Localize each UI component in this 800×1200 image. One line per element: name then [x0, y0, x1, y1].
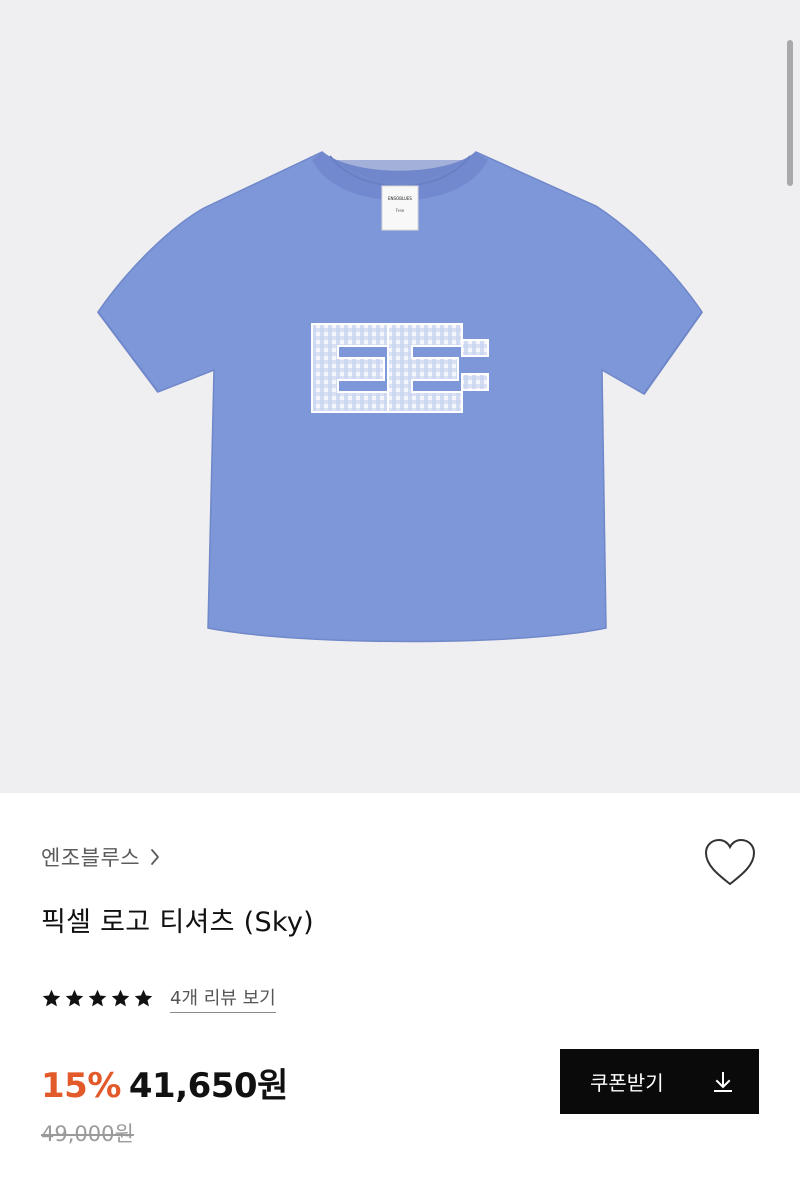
tag-brand-text: ENSOBLUES	[388, 196, 412, 201]
brand-link[interactable]: 엔조블루스	[41, 840, 160, 874]
star-icon	[42, 989, 61, 1006]
heart-outline-icon[interactable]	[702, 836, 758, 888]
product-image[interactable]: ENSOBLUES Free	[0, 0, 800, 793]
coupon-label: 쿠폰받기	[590, 1073, 664, 1095]
rating-row: 4개 리뷰 보기	[41, 984, 276, 1013]
star-icon	[111, 989, 130, 1006]
price-row: 15% 41,650원	[41, 1058, 288, 1106]
coupon-button[interactable]: 쿠폰받기	[560, 1049, 759, 1114]
tag-size-text: Free	[396, 208, 405, 213]
product-title: 픽셀 로고 티셔츠 (Sky)	[41, 907, 314, 938]
download-icon	[714, 1071, 732, 1092]
tshirt-image: ENSOBLUES Free	[97, 151, 703, 643]
brand-name: 엔조블루스	[41, 846, 141, 870]
review-link[interactable]: 4개 리뷰 보기	[170, 984, 276, 1013]
sale-price: 41,650원	[128, 1066, 288, 1106]
star-icon	[88, 989, 107, 1006]
star-icon	[65, 989, 84, 1006]
original-price: 49,000원	[41, 1122, 134, 1146]
star-rating	[41, 988, 154, 1009]
star-icon	[134, 989, 153, 1006]
scrollbar[interactable]	[787, 40, 793, 186]
chevron-right-icon	[151, 849, 160, 865]
discount-rate: 15%	[41, 1066, 121, 1106]
